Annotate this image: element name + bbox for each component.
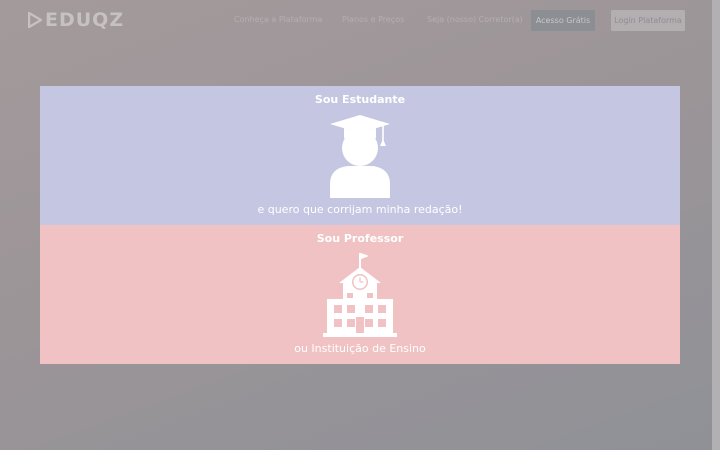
teacher-option[interactable]: Sou Professor ou Instituição de Ensino: [40, 225, 680, 364]
school-building-icon: [323, 253, 397, 337]
logo[interactable]: EDUQZ: [28, 9, 124, 31]
student-option-subtitle: e quero que corrijam minha redação!: [257, 203, 463, 216]
logo-text: EDUQZ: [45, 9, 125, 31]
free-access-button[interactable]: Acesso Grátis: [531, 10, 595, 31]
student-option-title: Sou Estudante: [314, 93, 406, 106]
nav-link-pricing[interactable]: Planos e Preços: [342, 14, 404, 26]
nav-link-platform[interactable]: Conheça a Plataforma: [234, 14, 322, 26]
teacher-option-title: Sou Professor: [316, 232, 404, 245]
student-option[interactable]: Sou Estudante e quero que corrijam minha…: [40, 86, 680, 225]
graduate-icon: [330, 115, 390, 198]
top-navbar: EDUQZ Conheça a Plataforma Planos e Preç…: [0, 0, 712, 40]
scrollbar[interactable]: [712, 0, 720, 450]
teacher-option-subtitle: ou Instituição de Ensino: [294, 342, 426, 355]
login-button[interactable]: Login Plataforma: [611, 10, 685, 31]
logo-mark-icon: [28, 12, 42, 28]
nav-link-become-corrector[interactable]: Seja (nosso) Corretor(a): [427, 14, 523, 26]
